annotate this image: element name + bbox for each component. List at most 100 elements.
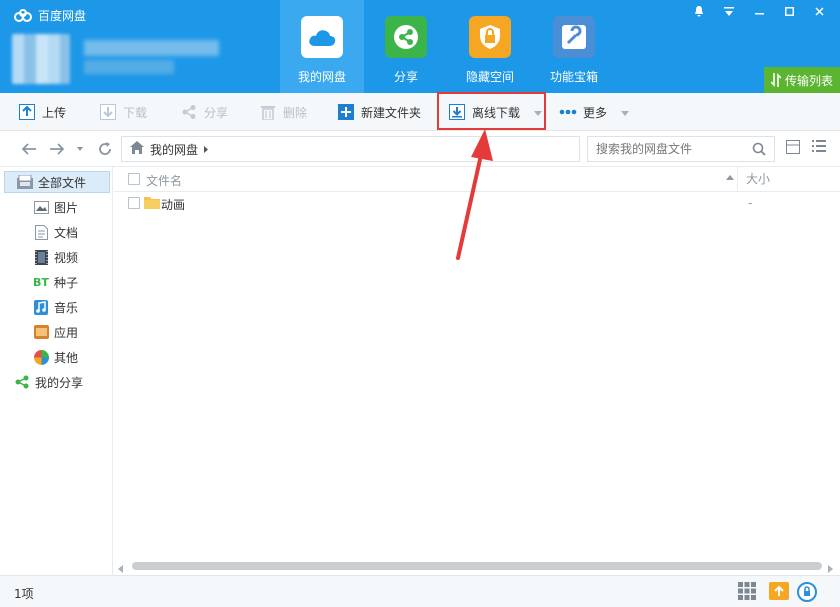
other-icon [33, 349, 49, 365]
back-arrow-icon[interactable] [20, 140, 38, 158]
more-label: 更多 [583, 105, 608, 120]
transfer-list-button[interactable]: 传输列表 [764, 67, 840, 93]
table-row[interactable]: 动画 - [114, 192, 840, 214]
share-small-icon [180, 103, 198, 121]
sidebar-item-all-files[interactable]: 全部文件 [4, 171, 110, 193]
cloud-icon [301, 16, 343, 58]
tab-label: 分享 [393, 70, 418, 84]
app-brand: 百度网盘 [14, 7, 86, 24]
sidebar-item-music[interactable]: 音乐 [0, 296, 113, 318]
image-icon [33, 199, 49, 215]
share-label: 分享 [204, 105, 229, 120]
close-icon[interactable] [804, 0, 834, 22]
breadcrumb-path[interactable]: 我的网盘 [150, 141, 198, 158]
more-button[interactable]: 更多 [559, 93, 630, 131]
sort-asc-icon[interactable] [726, 175, 734, 180]
document-icon [33, 224, 49, 240]
chevron-right-icon[interactable] [204, 142, 209, 156]
sidebar-item-label: 应用 [54, 325, 79, 340]
transfer-icon [770, 73, 781, 87]
file-size: - [748, 196, 753, 210]
delete-label: 删除 [283, 105, 308, 120]
tab-share[interactable]: 分享 [364, 0, 448, 93]
avatar[interactable] [12, 34, 70, 84]
list-view-icon[interactable] [812, 140, 830, 158]
upload-button[interactable]: 上传 [18, 93, 66, 131]
maximize-icon[interactable] [774, 0, 804, 22]
sidebar-item-label: 我的分享 [35, 375, 84, 390]
bt-icon: BT [33, 275, 49, 289]
select-all-checkbox[interactable] [128, 173, 140, 185]
upload-label: 上传 [42, 105, 67, 120]
sidebar: 全部文件 图片 文档 视频 BT 种子 音乐 应用 其他 我的分享 [0, 167, 113, 575]
sidebar-item-images[interactable]: 图片 [0, 196, 113, 218]
scroll-right-icon[interactable] [828, 562, 833, 576]
sidebar-item-label: 文档 [54, 225, 79, 240]
scrollbar-thumb[interactable] [132, 562, 822, 570]
download-icon [99, 103, 117, 121]
upload-folder-icon[interactable] [769, 582, 789, 602]
trash-icon [259, 103, 277, 121]
column-size[interactable]: 大小 [737, 167, 825, 192]
annotation-highlight-box [437, 92, 546, 130]
home-icon[interactable] [130, 141, 144, 157]
transfer-list-label: 传输列表 [784, 73, 833, 88]
grid-view-icon[interactable] [738, 582, 758, 602]
sidebar-item-videos[interactable]: 视频 [0, 246, 113, 268]
video-icon [33, 249, 49, 265]
security-icon[interactable] [797, 582, 817, 602]
tools-icon [553, 16, 595, 58]
file-list-header: 文件名 大小 [114, 167, 840, 192]
search-box [587, 136, 775, 162]
music-icon [33, 299, 49, 315]
upload-icon [18, 103, 36, 121]
new-folder-icon [337, 103, 355, 121]
address-bar: 我的网盘 [0, 131, 840, 167]
sidebar-item-my-share[interactable]: 我的分享 [0, 371, 113, 393]
column-filename[interactable]: 文件名 [146, 172, 182, 189]
sidebar-item-torrents[interactable]: BT 种子 [0, 271, 113, 293]
sidebar-item-label: 种子 [54, 275, 79, 290]
notification-icon[interactable] [684, 0, 714, 22]
share-button[interactable]: 分享 [180, 93, 228, 131]
history-dropdown-icon[interactable] [71, 140, 89, 158]
lock-icon [469, 16, 511, 58]
horizontal-scrollbar[interactable] [114, 560, 840, 573]
scroll-left-icon[interactable] [118, 562, 123, 576]
app-icon [33, 324, 49, 340]
app-header: 百度网盘 我的网盘 分享 隐藏空间 功能宝箱 传输列表 [0, 0, 840, 93]
refresh-icon[interactable] [96, 140, 114, 158]
detail-view-icon[interactable] [786, 140, 804, 158]
share-icon [385, 16, 427, 58]
tab-label: 功能宝箱 [549, 70, 598, 84]
download-label: 下载 [123, 105, 148, 120]
more-dots-icon [559, 103, 577, 121]
tab-toolbox[interactable]: 功能宝箱 [532, 0, 616, 93]
new-folder-button[interactable]: 新建文件夹 [337, 93, 421, 131]
tab-label: 我的网盘 [297, 70, 346, 84]
sidebar-item-other[interactable]: 其他 [0, 346, 113, 368]
sidebar-item-documents[interactable]: 文档 [0, 221, 113, 243]
app-title: 百度网盘 [38, 9, 87, 23]
search-icon[interactable] [752, 142, 766, 159]
delete-button[interactable]: 删除 [259, 93, 307, 131]
sidebar-item-label: 其他 [54, 350, 79, 365]
search-input[interactable] [596, 142, 746, 156]
baidu-cloud-logo-icon [14, 8, 32, 22]
row-checkbox[interactable] [128, 197, 140, 209]
window-controls [684, 0, 834, 22]
minimize-icon[interactable] [744, 0, 774, 22]
menu-icon[interactable] [714, 0, 744, 22]
tab-my-netdisk[interactable]: 我的网盘 [280, 0, 364, 93]
sidebar-item-label: 视频 [54, 250, 79, 265]
tab-hidden-space[interactable]: 隐藏空间 [448, 0, 532, 93]
all-files-icon [17, 174, 33, 190]
sidebar-item-apps[interactable]: 应用 [0, 321, 113, 343]
download-button[interactable]: 下载 [99, 93, 147, 131]
chevron-down-icon[interactable] [621, 105, 630, 119]
item-count: 1项 [14, 587, 34, 601]
sidebar-item-label: 图片 [54, 200, 79, 215]
file-name[interactable]: 动画 [161, 196, 185, 213]
forward-arrow-icon[interactable] [48, 140, 66, 158]
breadcrumb[interactable]: 我的网盘 [121, 136, 580, 162]
